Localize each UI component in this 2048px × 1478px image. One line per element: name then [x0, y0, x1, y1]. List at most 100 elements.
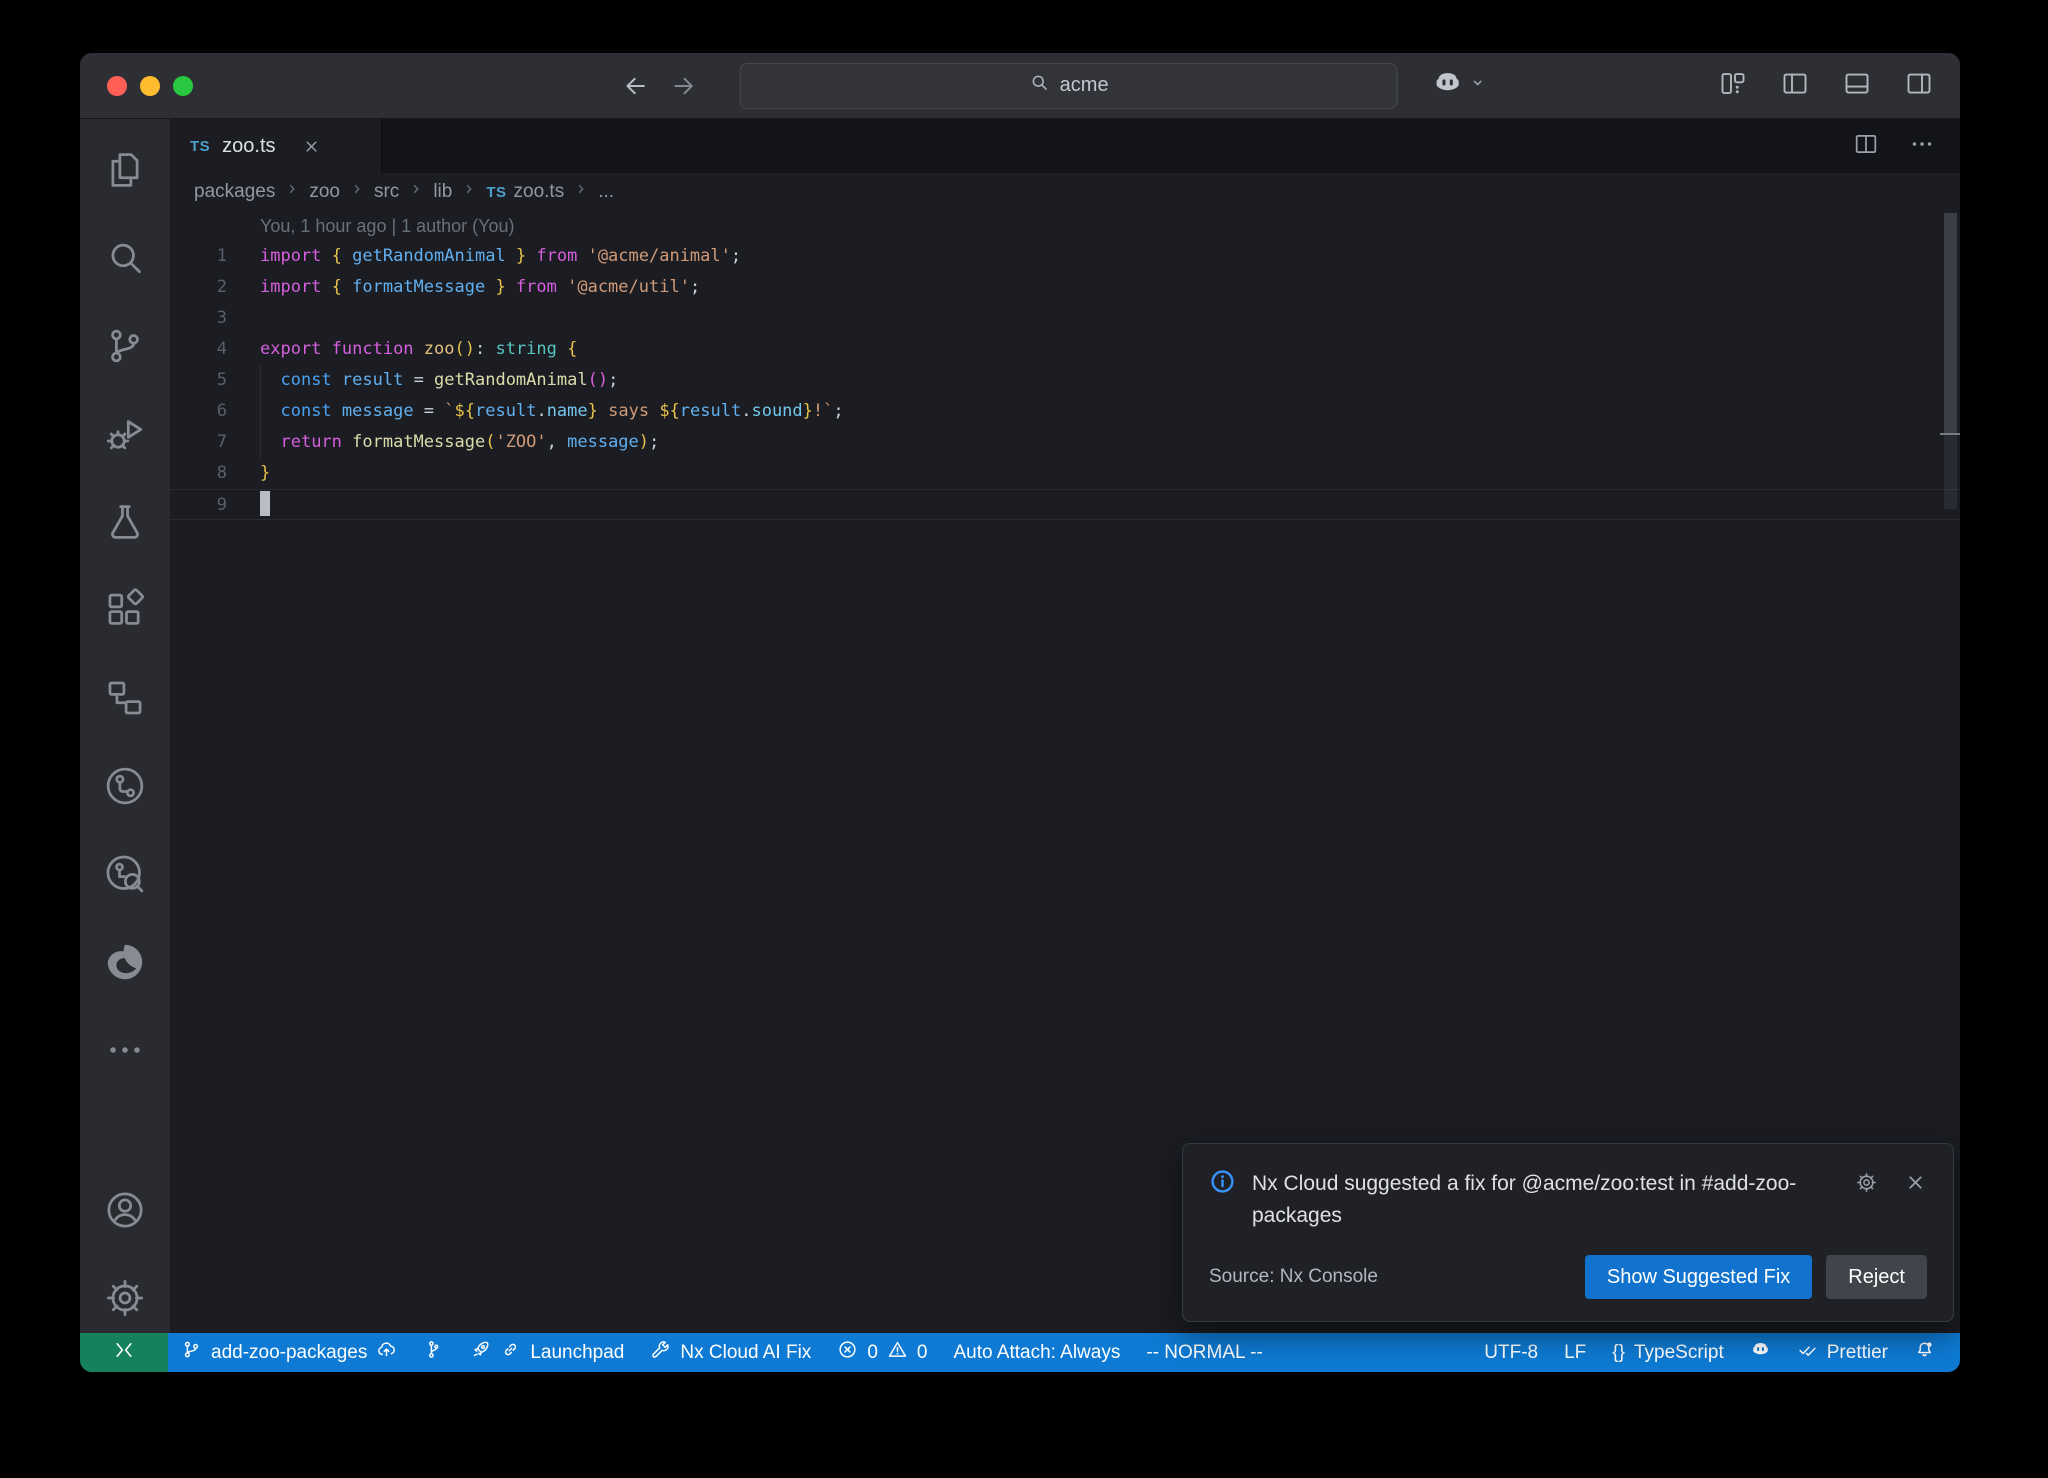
toggle-panel-icon[interactable]	[1842, 68, 1872, 103]
statusbar-label: -- NORMAL --	[1146, 1342, 1262, 1364]
split-editor-icon[interactable]	[1852, 130, 1880, 163]
statusbar-nx-console-status[interactable]	[410, 1333, 457, 1372]
tab-bar: TS zoo.ts	[170, 119, 1960, 173]
editor-cursor	[260, 491, 270, 516]
notification-toast: Nx Cloud suggested a fix for @acme/zoo:t…	[1182, 1143, 1954, 1322]
forward-button[interactable]	[670, 72, 698, 100]
notification-message: Nx Cloud suggested a fix for @acme/zoo:t…	[1252, 1168, 1839, 1231]
statusbar-label: Prettier	[1827, 1342, 1888, 1364]
close-tab-icon[interactable]	[302, 137, 321, 156]
statusbar-auto-attach[interactable]: Auto Attach: Always	[940, 1333, 1133, 1372]
more-actions-icon[interactable]	[1908, 130, 1936, 163]
code-text: const message = `${result.name} says ${r…	[260, 396, 844, 427]
wrench-icon	[650, 1339, 671, 1366]
line-number: 2	[170, 272, 227, 303]
reject-button[interactable]: Reject	[1826, 1255, 1927, 1299]
statusbar-end-of-line[interactable]: LF	[1551, 1333, 1599, 1372]
statusbar-label: 0	[917, 1342, 928, 1364]
statusbar-label: Nx Cloud AI Fix	[680, 1342, 811, 1364]
breadcrumb-item-packages[interactable]: packages	[194, 181, 275, 203]
git-branch-icon	[181, 1339, 202, 1366]
copilot-blue-icon	[1750, 1339, 1771, 1366]
activity-bar-item-settings[interactable]	[102, 1275, 148, 1321]
code-line-6: 6 const message = `${result.name} says $…	[170, 396, 1960, 427]
activity-bar-item-source-control[interactable]	[102, 323, 148, 369]
activity-bar-item-run-and-debug[interactable]	[102, 411, 148, 457]
breadcrumb-item-src[interactable]: src	[374, 181, 399, 203]
git-blame-annotation: You, 1 hour ago | 1 author (You)	[260, 211, 1960, 241]
remote-icon	[113, 1339, 135, 1367]
activity-bar-item-nx-cloud[interactable]	[102, 851, 148, 897]
activity-bar-item-extensions[interactable]	[102, 587, 148, 633]
activity-bar-item-nx-console[interactable]	[102, 763, 148, 809]
tab-zoo-ts[interactable]: TS zoo.ts	[170, 119, 382, 173]
code-line-5: 5 const result = getRandomAnimal();	[170, 365, 1960, 396]
statusbar-launchpad[interactable]: Launchpad	[457, 1333, 637, 1372]
activity-bar-item-search[interactable]	[102, 235, 148, 281]
toggle-secondary-sidebar-icon[interactable]	[1904, 68, 1934, 103]
statusbar-git-branch-status[interactable]: add-zoo-packages	[168, 1333, 410, 1372]
copilot-menu[interactable]	[1432, 67, 1488, 104]
customize-layout-icon[interactable]	[1718, 68, 1748, 103]
close-window-button[interactable]	[107, 76, 127, 96]
info-icon	[1209, 1168, 1236, 1200]
line-number: 4	[170, 334, 227, 365]
layout-controls	[1718, 68, 1934, 103]
bell-dot-icon	[1914, 1339, 1935, 1366]
editor-actions	[1852, 119, 1960, 173]
statusbar-label: Auto Attach: Always	[953, 1342, 1120, 1364]
activity-bar-item-edge-tools[interactable]	[102, 939, 148, 985]
notification-close-icon[interactable]	[1904, 1171, 1927, 1199]
link-icon	[500, 1339, 521, 1366]
activity-bar-item-accounts[interactable]	[102, 1187, 148, 1233]
code-text: const result = getRandomAnimal();	[260, 365, 618, 396]
warning-icon	[887, 1339, 908, 1366]
titlebar: acme	[80, 53, 1960, 119]
code-text: export function zoo(): string {	[260, 334, 577, 365]
search-input[interactable]: acme	[740, 63, 1398, 109]
breadcrumb-item-lib[interactable]: lib	[433, 181, 452, 203]
line-number: 8	[170, 458, 227, 489]
window-controls	[80, 76, 193, 96]
cloud-upload-icon	[376, 1339, 397, 1366]
breadcrumb-item-zoo-ts[interactable]: TSzoo.ts	[486, 181, 564, 203]
statusbar-nx-cloud-ai-fix[interactable]: Nx Cloud AI Fix	[637, 1333, 824, 1372]
activity-bar-item-explorer[interactable]	[102, 147, 148, 193]
statusbar-label: Launchpad	[530, 1342, 624, 1364]
statusbar-label: add-zoo-packages	[211, 1342, 367, 1364]
activity-bar-item-testing[interactable]	[102, 499, 148, 545]
breadcrumb-item-zoo[interactable]: zoo	[309, 181, 340, 203]
chevron-right-icon	[573, 181, 589, 203]
statusbar-language-mode[interactable]: {} TypeScript	[1599, 1333, 1736, 1372]
vscode-window: acme TS zoo.ts	[80, 53, 1960, 1372]
breadcrumb: packages zoo src lib TSzoo.ts...	[170, 173, 1960, 211]
activity-bar-item-additional-views[interactable]	[102, 1027, 148, 1073]
search-icon	[1029, 76, 1050, 98]
toggle-primary-sidebar-icon[interactable]	[1780, 68, 1810, 103]
code-line-7: 7 return formatMessage('ZOO', message);	[170, 427, 1960, 458]
activity-bar-item-references[interactable]	[102, 675, 148, 721]
screen: acme TS zoo.ts	[0, 0, 2048, 1478]
chevron-right-icon	[349, 181, 365, 203]
code-text: }	[260, 458, 270, 489]
statusbar-copilot-status[interactable]	[1737, 1333, 1784, 1372]
statusbar-problems[interactable]: 00	[824, 1333, 940, 1372]
statusbar-encoding[interactable]: UTF-8	[1471, 1333, 1551, 1372]
show-suggested-fix-button[interactable]: Show Suggested Fix	[1585, 1255, 1812, 1299]
code-line-2: 2import { formatMessage } from '@acme/ut…	[170, 272, 1960, 303]
notification-settings-icon[interactable]	[1855, 1171, 1878, 1199]
scrollbar-thumb[interactable]	[1944, 213, 1957, 433]
statusbar-label: TypeScript	[1634, 1342, 1724, 1364]
back-button[interactable]	[622, 72, 650, 100]
statusbar-vim-mode[interactable]: -- NORMAL --	[1133, 1333, 1275, 1372]
chevron-right-icon	[408, 181, 424, 203]
minimize-window-button[interactable]	[140, 76, 160, 96]
braces-icon: {}	[1612, 1342, 1625, 1364]
breadcrumb-item--[interactable]: ...	[598, 181, 614, 203]
statusbar-notifications-bell[interactable]	[1901, 1333, 1948, 1372]
line-number: 3	[170, 303, 227, 334]
statusbar-formatter-prettier[interactable]: Prettier	[1784, 1333, 1901, 1372]
zoom-window-button[interactable]	[173, 76, 193, 96]
statusbar-remote-indicator[interactable]	[80, 1333, 168, 1372]
command-center: acme	[622, 63, 1488, 109]
